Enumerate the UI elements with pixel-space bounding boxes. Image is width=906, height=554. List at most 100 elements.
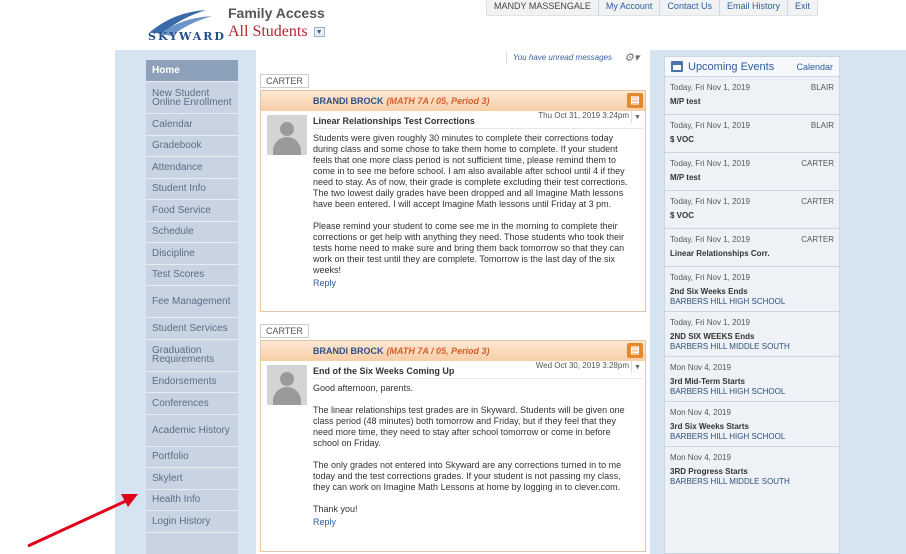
event-date: Mon Nov 4, 2019 [670, 453, 731, 462]
sidebar-item-schedule[interactable]: Schedule [146, 222, 238, 243]
event-date: Today, Fri Nov 1, 2019 [670, 318, 750, 327]
chevron-down-icon[interactable]: ▼ [313, 27, 325, 37]
event-school: BARBERS HILL HIGH SCHOOL [670, 432, 786, 441]
sidebar-item-food-service[interactable]: Food Service [146, 200, 238, 222]
exit-link[interactable]: Exit [786, 0, 817, 15]
sidebar-item-endorsements[interactable]: Endorsements [146, 372, 238, 393]
sidebar-item-conferences[interactable]: Conferences [146, 393, 238, 415]
event-title: M/P test [670, 97, 701, 106]
sender-name[interactable]: BRANDI BROCK [313, 346, 384, 356]
event-date: Mon Nov 4, 2019 [670, 363, 731, 372]
email-history-link[interactable]: Email History [718, 0, 787, 15]
sidebar-item-gradebook[interactable]: Gradebook [146, 136, 238, 157]
event-school: BARBERS HILL HIGH SCHOOL [670, 297, 786, 306]
my-account-link[interactable]: My Account [597, 0, 660, 15]
sidebar-item-student-services[interactable]: Student Services [146, 318, 238, 340]
student-chip: CARTER [260, 324, 309, 338]
event-item[interactable]: Today, Fri Nov 1, 2019 CARTER $ VOC [665, 191, 839, 229]
event-title: 2ND SIX WEEKS Ends [670, 332, 755, 341]
student-chip: CARTER [260, 74, 309, 88]
sidebar-item-discipline[interactable]: Discipline [146, 243, 238, 265]
messages-panel: You have unread messages ⚙▾ CARTER BRAND… [256, 50, 650, 554]
unread-messages-link[interactable]: You have unread messages [505, 50, 618, 64]
sidebar-item-portfolio[interactable]: Portfolio [146, 447, 238, 468]
message-paragraph: Please remind your student to come see m… [313, 221, 625, 275]
event-date: Today, Fri Nov 1, 2019 [670, 197, 750, 206]
event-title: $ VOC [670, 135, 695, 144]
event-item[interactable]: Today, Fri Nov 1, 2019 CARTER M/P test [665, 153, 839, 191]
messages-toolbar: You have unread messages ⚙▾ [505, 50, 644, 64]
reply-link[interactable]: Reply [313, 517, 645, 533]
chevron-down-icon[interactable]: ▼ [631, 361, 643, 373]
message-timestamp: Wed Oct 30, 2019 3:28pm [535, 361, 629, 370]
contact-us-link[interactable]: Contact Us [659, 0, 719, 15]
subject-row: End of the Six Weeks Coming Up Wed Oct 3… [313, 361, 643, 379]
event-item[interactable]: Mon Nov 4, 2019 3rd Six Weeks Starts BAR… [665, 402, 839, 447]
event-school: BARBERS HILL HIGH SCHOOL [670, 387, 786, 396]
sidebar-item-home[interactable]: Home [146, 60, 238, 82]
event-date: Today, Fri Nov 1, 2019 [670, 83, 750, 92]
event-item[interactable]: Today, Fri Nov 1, 2019 BLAIR $ VOC [665, 115, 839, 153]
sidebar-item-login-history[interactable]: Login History [146, 511, 238, 533]
message-timestamp: Thu Oct 31, 2019 3:24pm [538, 111, 629, 120]
event-item[interactable]: Today, Fri Nov 1, 2019 2nd Six Weeks End… [665, 267, 839, 312]
event-date: Today, Fri Nov 1, 2019 [670, 273, 750, 282]
chevron-down-icon[interactable]: ▼ [631, 111, 643, 123]
event-title: Linear Relationships Corr. [670, 249, 770, 258]
book-icon[interactable]: ▤ [627, 93, 643, 108]
event-item[interactable]: Mon Nov 4, 2019 3RD Progress Starts BARB… [665, 447, 839, 492]
event-title: $ VOC [670, 211, 695, 220]
top-links: MANDY MASSENGALE My Account Contact Us E… [486, 0, 818, 16]
event-title: M/P test [670, 173, 701, 182]
event-student: BLAIR [810, 121, 834, 130]
message-header: BRANDI BROCK (MATH 7A / 05, Period 3) ▤ [261, 341, 645, 361]
event-student: CARTER [801, 197, 834, 206]
sender-name[interactable]: BRANDI BROCK [313, 96, 384, 106]
calendar-link[interactable]: Calendar [796, 62, 833, 72]
sidebar-item-student-info[interactable]: Student Info [146, 179, 238, 200]
gear-icon[interactable]: ⚙▾ [624, 50, 644, 64]
event-item[interactable]: Today, Fri Nov 1, 2019 CARTER Linear Rela… [665, 229, 839, 267]
event-item[interactable]: Today, Fri Nov 1, 2019 2ND SIX WEEKS End… [665, 312, 839, 357]
event-date: Today, Fri Nov 1, 2019 [670, 121, 750, 130]
sidebar-nav: Home New Student Online Enrollment Calen… [146, 60, 238, 554]
message-paragraph: The only grades not entered into Skyward… [313, 460, 622, 492]
event-student: CARTER [801, 159, 834, 168]
sidebar-item-graduation-requirements[interactable]: Graduation Requirements [146, 340, 238, 372]
class-info: (MATH 7A / 05, Period 3) [386, 346, 490, 356]
message-body: Students were given roughly 30 minutes t… [313, 129, 631, 276]
event-title: 2nd Six Weeks Ends [670, 287, 748, 296]
subject-row: Linear Relationships Test Corrections Th… [313, 111, 643, 129]
sidebar-item-new-student-enrollment[interactable]: New Student Online Enrollment [146, 82, 238, 114]
event-title: 3rd Mid-Term Starts [670, 377, 745, 386]
logo-wordmark: SKYWARD [148, 30, 226, 43]
sidebar-item-health-info[interactable]: Health Info [146, 490, 238, 511]
message-subject: End of the Six Weeks Coming Up [313, 366, 455, 376]
message-paragraph: Students were given roughly 30 minutes t… [313, 133, 628, 209]
reply-link[interactable]: Reply [313, 278, 645, 294]
message-paragraph: Thank you! [313, 504, 358, 514]
event-student: BLAIR [810, 83, 834, 92]
events-header: Upcoming Events Calendar [665, 57, 839, 77]
event-title: 3rd Six Weeks Starts [670, 422, 750, 431]
event-date: Mon Nov 4, 2019 [670, 408, 731, 417]
upcoming-events-panel: Upcoming Events Calendar Today, Fri Nov … [664, 56, 840, 554]
sidebar-item-academic-history[interactable]: Academic History [146, 415, 238, 447]
message-card: BRANDI BROCK (MATH 7A / 05, Period 3) ▤ … [260, 340, 646, 552]
message-card: BRANDI BROCK (MATH 7A / 05, Period 3) ▤ … [260, 90, 646, 312]
sidebar-item-calendar[interactable]: Calendar [146, 114, 238, 136]
message-subject: Linear Relationships Test Corrections [313, 116, 475, 126]
sidebar-item-test-scores[interactable]: Test Scores [146, 265, 238, 286]
sidebar-item-attendance[interactable]: Attendance [146, 157, 238, 179]
event-date: Today, Fri Nov 1, 2019 [670, 159, 750, 168]
sidebar-item-fee-management[interactable]: Fee Management [146, 286, 238, 318]
message-paragraph: Good afternoon, parents. [313, 383, 414, 393]
event-item[interactable]: Today, Fri Nov 1, 2019 BLAIR M/P test [665, 77, 839, 115]
message-body: Good afternoon, parents. The linear rela… [313, 379, 631, 515]
student-selector[interactable]: All Students ▼ [228, 23, 325, 41]
book-icon[interactable]: ▤ [627, 343, 643, 358]
event-school: BARBERS HILL MIDDLE SOUTH [670, 342, 790, 351]
sidebar-item-skylert[interactable]: Skylert [146, 468, 238, 490]
event-item[interactable]: Mon Nov 4, 2019 3rd Mid-Term Starts BARB… [665, 357, 839, 402]
message-header: BRANDI BROCK (MATH 7A / 05, Period 3) ▤ [261, 91, 645, 111]
